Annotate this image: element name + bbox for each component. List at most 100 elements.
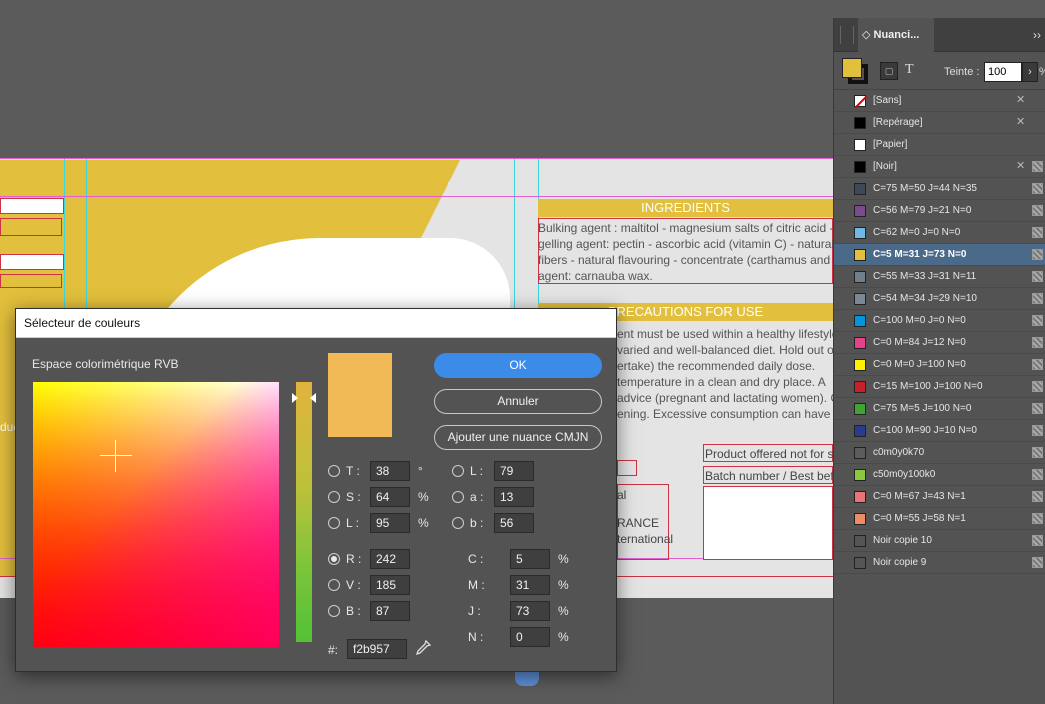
swatch-name: C=0 M=84 J=12 N=0 bbox=[873, 337, 966, 348]
dialog-title[interactable]: Sélecteur de couleurs bbox=[16, 309, 616, 338]
add-cmyk-swatch-button[interactable]: Ajouter une nuance CMJN bbox=[434, 425, 602, 450]
swatch-item[interactable]: c50m0y100k0 bbox=[834, 464, 1045, 486]
left-frame bbox=[0, 218, 62, 236]
swatch-name: c50m0y100k0 bbox=[873, 469, 936, 480]
swatch-item[interactable]: C=75 M=50 J=44 N=35 bbox=[834, 178, 1045, 200]
swatch-color-chip bbox=[854, 337, 866, 349]
swatch-name: C=75 M=5 J=100 N=0 bbox=[873, 403, 972, 414]
ingredients-line: Bulking agent : maltitol - magnesium sal… bbox=[538, 221, 833, 235]
swatch-color-chip bbox=[854, 469, 866, 481]
swatch-name: C=55 M=33 J=31 N=11 bbox=[873, 271, 977, 282]
fill-swatch-icon[interactable] bbox=[842, 58, 862, 78]
channel-label: V : bbox=[346, 578, 361, 592]
container-format-icon[interactable]: ▢ bbox=[880, 62, 898, 80]
channel-radio[interactable] bbox=[328, 579, 340, 591]
swatch-item[interactable]: C=15 M=100 J=100 N=0 bbox=[834, 376, 1045, 398]
swatch-name: C=75 M=50 J=44 N=35 bbox=[873, 183, 977, 194]
channel-value-input[interactable]: 31 bbox=[510, 575, 550, 595]
swatch-color-chip bbox=[854, 359, 866, 371]
swatch-list: [Sans] ✕ [Repérage] ✕ [Papier] [Noir] ✕ C=75 M=… bbox=[834, 90, 1045, 574]
swatch-item[interactable]: C=56 M=79 J=21 N=0 bbox=[834, 200, 1045, 222]
swatch-item[interactable]: C=0 M=67 J=43 N=1 bbox=[834, 486, 1045, 508]
channel-value-input[interactable]: 38 bbox=[370, 461, 410, 481]
channel-value-input[interactable]: 87 bbox=[370, 601, 410, 621]
eyedropper-icon[interactable] bbox=[415, 640, 431, 656]
tab-swatches[interactable]: ◇ Nuanci... bbox=[858, 18, 934, 52]
swatch-color-chip bbox=[854, 293, 866, 305]
swatch-name: Noir copie 10 bbox=[873, 535, 932, 546]
channel-value-input[interactable]: 242 bbox=[370, 549, 410, 569]
swatch-name: C=0 M=55 J=58 N=1 bbox=[873, 513, 966, 524]
channel-label: B : bbox=[346, 604, 361, 618]
tint-input[interactable]: 100 bbox=[984, 62, 1022, 82]
swatch-color-chip bbox=[854, 271, 866, 283]
cmyk-process-icon bbox=[1032, 469, 1043, 480]
swatch-color-chip bbox=[854, 403, 866, 415]
ok-button[interactable]: OK bbox=[434, 353, 602, 378]
channel-radio[interactable] bbox=[328, 553, 340, 565]
color-space-label: Espace colorimétrique RVB bbox=[32, 357, 179, 371]
slider-handle-icon[interactable] bbox=[292, 393, 316, 403]
swatch-name: [Repérage] bbox=[873, 117, 923, 128]
panel-tab-bar: ◇ Nuanci... ›› bbox=[834, 18, 1045, 52]
channel-label: L : bbox=[346, 516, 359, 530]
channel-radio[interactable] bbox=[328, 517, 340, 529]
precautions-line: ent must be used within a healthy lifest… bbox=[617, 327, 833, 341]
swatch-name: C=0 M=67 J=43 N=1 bbox=[873, 491, 966, 502]
swatch-item[interactable]: C=55 M=33 J=31 N=11 bbox=[834, 266, 1045, 288]
tint-label: Teinte : bbox=[944, 66, 980, 78]
precautions-line: ertake) the recommended daily dose. bbox=[617, 359, 816, 373]
cmyk-process-icon bbox=[1032, 183, 1043, 194]
swatch-color-chip bbox=[854, 161, 866, 173]
color-preview bbox=[328, 353, 392, 437]
panel-grip-icon[interactable] bbox=[840, 26, 854, 44]
swatch-item[interactable]: [Noir] ✕ bbox=[834, 156, 1045, 178]
channel-radio[interactable] bbox=[452, 465, 464, 477]
swatch-item[interactable]: Noir copie 9 bbox=[834, 552, 1045, 574]
swatch-item[interactable]: C=100 M=0 J=0 N=0 bbox=[834, 310, 1045, 332]
channel-value-input[interactable]: 64 bbox=[370, 487, 410, 507]
channel-radio[interactable] bbox=[452, 517, 464, 529]
swatch-item[interactable]: [Repérage] ✕ bbox=[834, 112, 1045, 134]
swatch-name: C=54 M=34 J=29 N=10 bbox=[873, 293, 977, 304]
channel-value-input[interactable]: 56 bbox=[494, 513, 534, 533]
swatch-item[interactable]: C=0 M=0 J=100 N=0 bbox=[834, 354, 1045, 376]
swatch-item[interactable]: Noir copie 10 bbox=[834, 530, 1045, 552]
swatch-item[interactable]: [Papier] bbox=[834, 134, 1045, 156]
swatch-item[interactable]: c0m0y0k70 bbox=[834, 442, 1045, 464]
swatch-item[interactable]: C=62 M=0 J=0 N=0 bbox=[834, 222, 1045, 244]
channel-value-input[interactable]: 95 bbox=[370, 513, 410, 533]
swatch-item[interactable]: C=0 M=84 J=12 N=0 bbox=[834, 332, 1045, 354]
cmyk-process-icon bbox=[1032, 271, 1043, 282]
swatch-item[interactable]: C=75 M=5 J=100 N=0 bbox=[834, 398, 1045, 420]
channel-value-input[interactable]: 73 bbox=[510, 601, 550, 621]
swatch-item[interactable]: C=100 M=90 J=10 N=0 bbox=[834, 420, 1045, 442]
swatch-item[interactable]: C=54 M=34 J=29 N=10 bbox=[834, 288, 1045, 310]
swatch-color-chip bbox=[854, 95, 866, 107]
channel-value-input[interactable]: 185 bbox=[370, 575, 410, 595]
cancel-button[interactable]: Annuler bbox=[434, 389, 602, 414]
channel-label: T : bbox=[346, 464, 360, 478]
channel-radio[interactable] bbox=[328, 605, 340, 617]
channel-radio[interactable] bbox=[328, 491, 340, 503]
swatch-color-chip bbox=[854, 183, 866, 195]
channel-value-input[interactable]: 13 bbox=[494, 487, 534, 507]
color-slider[interactable] bbox=[296, 382, 312, 642]
swatch-item[interactable]: C=0 M=55 J=58 N=1 bbox=[834, 508, 1045, 530]
swatch-item[interactable]: C=5 M=31 J=73 N=0 bbox=[834, 244, 1045, 266]
non-editable-icon: ✕ bbox=[1016, 94, 1026, 106]
channel-radio[interactable] bbox=[328, 465, 340, 477]
cmyk-process-icon bbox=[1032, 535, 1043, 546]
collapse-panel-icon[interactable]: ›› bbox=[1033, 28, 1041, 42]
channel-radio[interactable] bbox=[452, 491, 464, 503]
swatch-item[interactable]: [Sans] ✕ bbox=[834, 90, 1045, 112]
tint-arrow-icon[interactable]: › bbox=[1022, 62, 1038, 82]
hex-input[interactable]: f2b957 bbox=[347, 639, 407, 659]
channel-unit: ° bbox=[418, 464, 423, 478]
channel-value-input[interactable]: 5 bbox=[510, 549, 550, 569]
channel-value-input[interactable]: 79 bbox=[494, 461, 534, 481]
ingredients-line: fibers - natural flavouring - concentrat… bbox=[538, 253, 831, 267]
text-format-icon[interactable]: T bbox=[905, 62, 914, 78]
color-field[interactable] bbox=[33, 382, 279, 647]
channel-value-input[interactable]: 0 bbox=[510, 627, 550, 647]
